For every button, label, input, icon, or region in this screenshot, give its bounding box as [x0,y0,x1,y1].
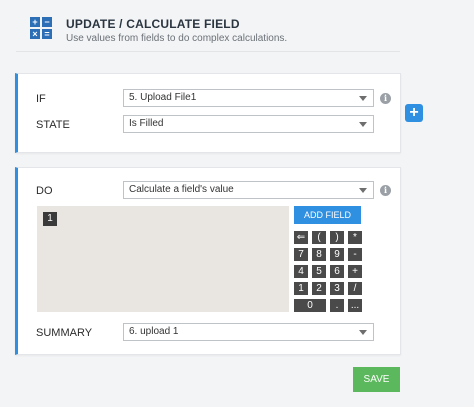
do-action-value: Calculate a field's value [129,184,234,195]
page-title: UPDATE / CALCULATE FIELD [66,17,240,31]
minus-key[interactable]: - [348,248,362,261]
more-key[interactable]: ... [348,299,362,312]
add-condition-button[interactable]: + [405,104,423,122]
key-6[interactable]: 6 [330,265,344,278]
summary-label: SUMMARY [36,327,93,339]
minus-glyph: − [42,17,52,27]
calculation-editor[interactable]: 1 [37,206,289,312]
close-paren-key[interactable]: ) [330,231,344,244]
chevron-down-icon [359,96,367,101]
state-select[interactable]: Is Filled [123,115,374,133]
equals-glyph: = [42,29,52,39]
do-action-select[interactable]: Calculate a field's value [123,181,374,199]
decimal-key[interactable]: . [330,299,344,312]
calculator-keypad: ⇐ ( ) * 7 8 9 - 4 5 6 + 1 2 3 / 0 . ... [294,231,364,312]
if-field-value: 5. Upload File1 [129,92,197,103]
info-icon[interactable]: i [380,185,391,196]
save-button[interactable]: SAVE [353,367,400,392]
key-2[interactable]: 2 [312,282,326,295]
key-4[interactable]: 4 [294,265,308,278]
state-label: STATE [36,119,70,131]
if-label: IF [36,93,46,105]
chevron-down-icon [359,122,367,127]
if-field-select[interactable]: 5. Upload File1 [123,89,374,107]
divide-key[interactable]: / [348,282,362,295]
backspace-key[interactable]: ⇐ [294,231,308,244]
condition-card: IF 5. Upload File1 i STATE Is Filled [15,73,401,153]
state-value: Is Filled [129,118,164,129]
key-8[interactable]: 8 [312,248,326,261]
key-7[interactable]: 7 [294,248,308,261]
times-glyph: × [30,29,40,39]
key-0[interactable]: 0 [294,299,326,312]
key-9[interactable]: 9 [330,248,344,261]
summary-select[interactable]: 6. upload 1 [123,323,374,341]
action-card: DO Calculate a field's value i 1 ADD FIE… [15,167,401,355]
key-1[interactable]: 1 [294,282,308,295]
add-field-button[interactable]: ADD FIELD [294,206,361,224]
page-subtitle: Use values from fields to do complex cal… [66,33,288,44]
chevron-down-icon [359,330,367,335]
key-5[interactable]: 5 [312,265,326,278]
plus-glyph: + [30,17,40,27]
multiply-key[interactable]: * [348,231,362,244]
info-icon[interactable]: i [380,93,391,104]
chevron-down-icon [359,188,367,193]
panel-header: + − × = UPDATE / CALCULATE FIELD Use val… [16,0,400,52]
summary-value: 6. upload 1 [129,326,179,337]
open-paren-key[interactable]: ( [312,231,326,244]
do-label: DO [36,185,53,197]
calculation-token[interactable]: 1 [43,212,57,226]
plus-key[interactable]: + [348,265,362,278]
key-3[interactable]: 3 [330,282,344,295]
calculator-icon: + − × = [30,17,52,39]
